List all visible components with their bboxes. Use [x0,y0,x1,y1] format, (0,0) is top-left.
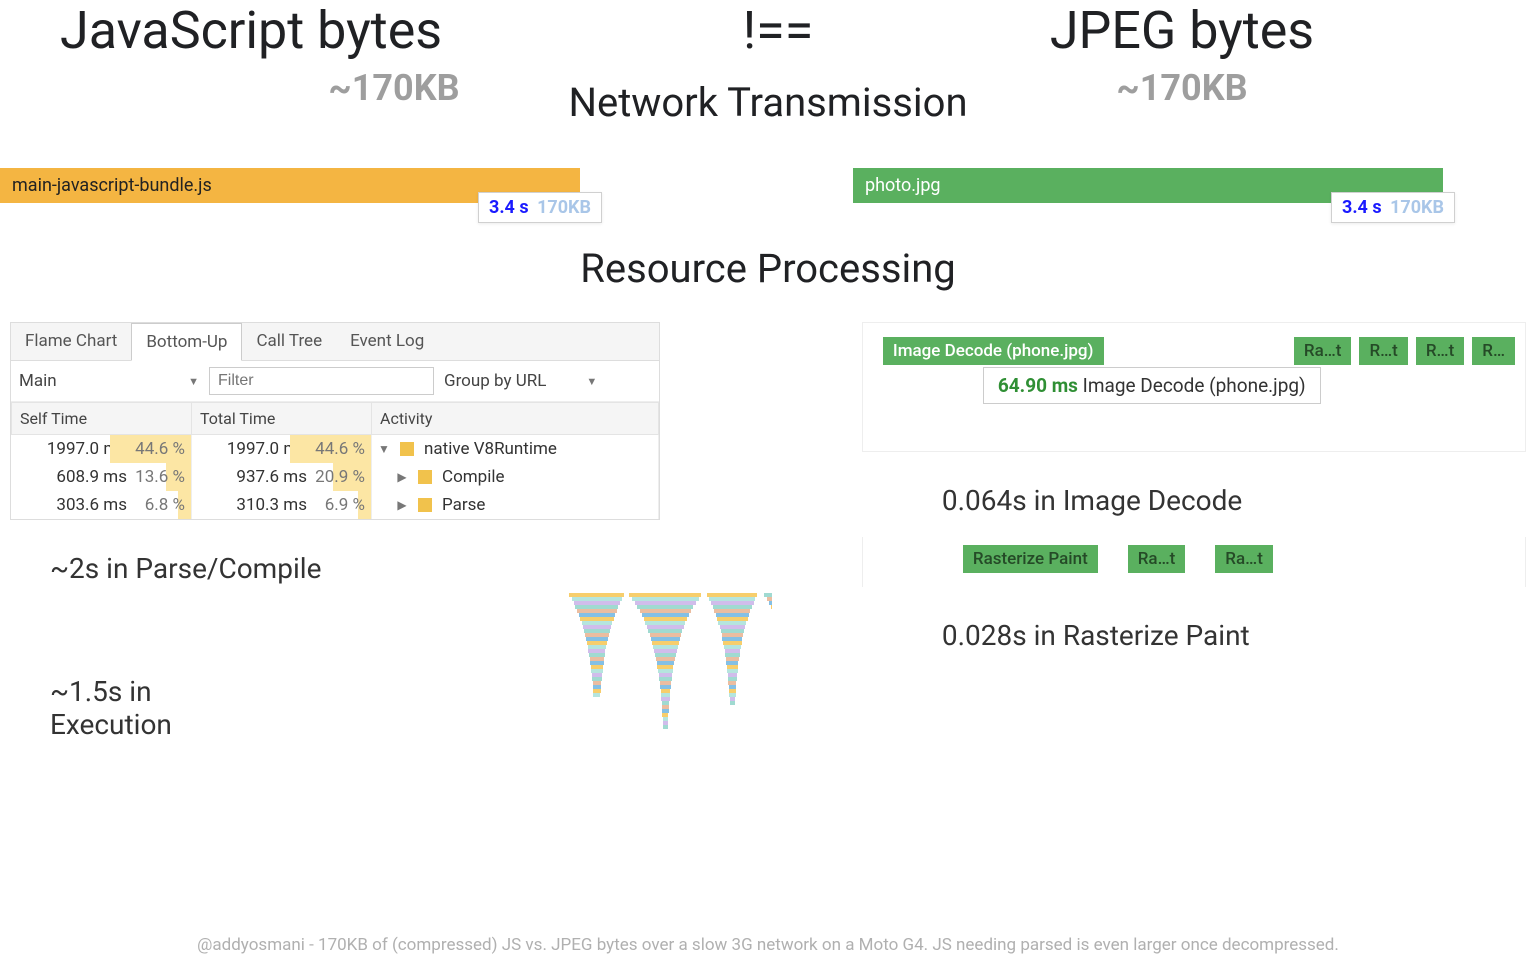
table-row[interactable]: 1997.0 ms44.6 % 1997.0 ms44.6 % ▼native … [12,435,659,464]
js-time: 3.4 s [489,197,529,218]
profiler-table: Self Time Total Time Activity 1997.0 ms4… [11,402,659,519]
col-total-time[interactable]: Total Time [192,403,372,435]
js-heading: JavaScript bytes [60,0,688,61]
not-equals: !== [688,0,868,61]
tab-flame-chart[interactable]: Flame Chart [11,323,131,360]
image-decode-summary: 0.064s in Image Decode [942,484,1526,517]
tab-bottom-up[interactable]: Bottom-Up [131,323,242,361]
js-network-tooltip: 3.4 s 170KB [478,192,602,223]
table-row[interactable]: 303.6 ms6.8 % 310.3 ms6.9 % ▶Parse [12,491,659,519]
raster-mini-pill[interactable]: R… [1472,337,1515,365]
expand-icon[interactable]: ▶ [396,498,408,512]
raster-mini-pill[interactable]: Ra…t [1128,545,1186,573]
thread-select[interactable]: Main ▼ [19,371,199,391]
decode-ms: 64.90 ms [998,374,1078,397]
chevron-down-icon: ▼ [586,375,597,388]
group-by-select[interactable]: Group by URL ▼ [444,371,597,391]
flame-chart-thumbnail [569,593,771,743]
expand-icon[interactable]: ▼ [378,442,390,456]
jpeg-kb: 170KB [1390,197,1444,218]
raster-timeline: Rasterize Paint Ra…t Ra…t [862,537,1526,587]
profiler-tabs: Flame Chart Bottom-Up Call Tree Event Lo… [11,323,659,361]
col-self-time[interactable]: Self Time [12,403,192,435]
image-decode-pill[interactable]: Image Decode (phone.jpg) [883,337,1104,365]
raster-summary: 0.028s in Rasterize Paint [942,619,1526,652]
activity-color-icon [418,498,432,512]
devtools-panel: Flame Chart Bottom-Up Call Tree Event Lo… [10,322,660,520]
execution-summary: ~1.5s in Execution [50,675,229,741]
activity-color-icon [400,442,414,456]
tab-event-log[interactable]: Event Log [336,323,438,360]
table-row[interactable]: 608.9 ms13.6 % 937.6 ms20.9 % ▶Compile [12,463,659,491]
raster-mini-pill[interactable]: Ra…t [1215,545,1273,573]
raster-pill[interactable]: Rasterize Paint [963,545,1098,573]
tab-call-tree[interactable]: Call Tree [242,323,336,360]
expand-icon[interactable]: ▶ [396,470,408,484]
jpeg-time: 3.4 s [1342,197,1382,218]
decode-tooltip: 64.90 ms Image Decode (phone.jpg) [983,367,1321,404]
activity-color-icon [418,470,432,484]
processing-section-title: Resource Processing [0,245,1536,292]
raster-mini-pill[interactable]: Ra…t [1294,337,1352,365]
jpeg-network-tooltip: 3.4 s 170KB [1331,192,1455,223]
image-decode-timeline: Image Decode (phone.jpg) Ra…t R…t R…t R…… [862,322,1526,452]
jpeg-heading: JPEG bytes [868,0,1496,61]
col-activity[interactable]: Activity [372,403,659,435]
raster-mini-pill[interactable]: R…t [1359,337,1407,365]
raster-mini-pill[interactable]: R…t [1416,337,1464,365]
js-kb: 170KB [537,197,591,218]
decode-label: Image Decode (phone.jpg) [1083,374,1306,397]
chevron-down-icon: ▼ [188,375,199,388]
parse-compile-summary: ~2s in Parse/Compile [50,552,772,585]
footer-attribution: @addyosmani - 170KB of (compressed) JS v… [0,935,1536,955]
filter-input[interactable] [209,367,434,395]
